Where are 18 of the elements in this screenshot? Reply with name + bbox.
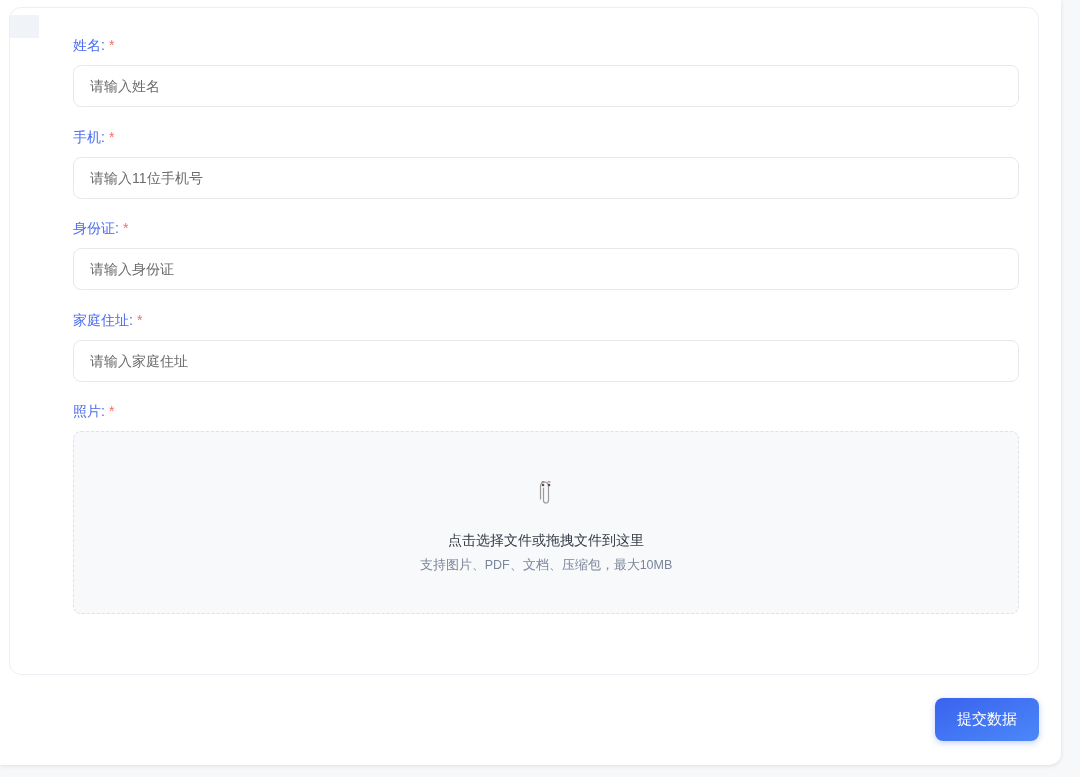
field-label: 姓名: [73,36,105,55]
text-input[interactable]: 请输入家庭住址 [73,339,1019,382]
submit-button[interactable]: 提交数据 [935,698,1039,741]
required-asterisk: * [136,310,143,330]
upload-dropzone[interactable]: 点击选择文件或拖拽文件到这里 支持图片、PDF、文档、压缩包，最大10MB [73,431,1019,614]
field-label: 家庭住址: [73,310,133,330]
required-asterisk: * [108,127,115,147]
upload-hint: 支持图片、PDF、文档、压缩包，最大10MB [419,557,673,574]
field-label: 身份证: [73,219,119,238]
text-input[interactable]: 请输入11位手机号 [73,156,1019,199]
required-asterisk: * [108,402,115,421]
required-asterisk: * [122,219,129,238]
required-asterisk: * [108,36,115,55]
text-input[interactable]: 请输入姓名 [73,65,1019,107]
upload-prompt: 点击选择文件或拖拽文件到这里 [448,531,644,550]
field-label: 照片: [73,402,105,421]
field-label: 手机: [73,127,105,147]
text-input[interactable]: 请输入身份证 [73,248,1019,290]
